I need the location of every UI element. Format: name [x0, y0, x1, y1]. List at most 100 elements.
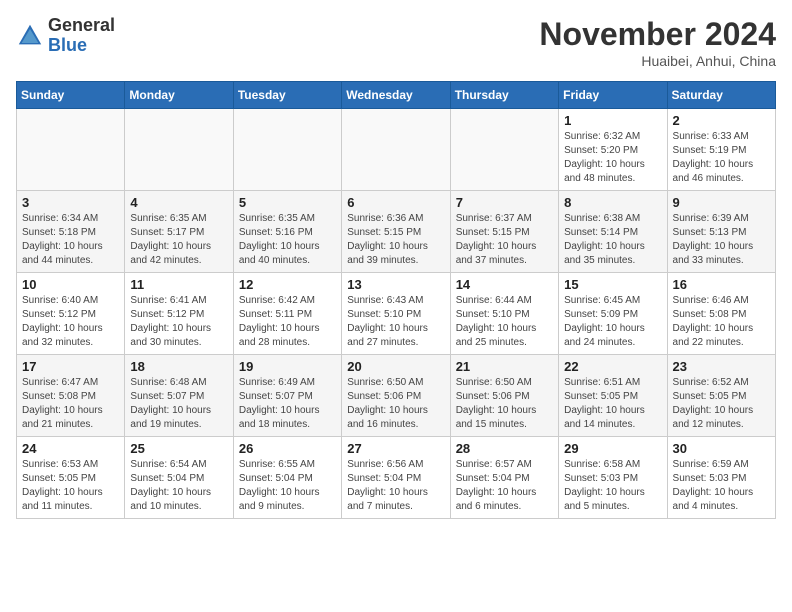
calendar-cell: 24 Sunrise: 6:53 AM Sunset: 5:05 PM Dayli…: [17, 437, 125, 519]
day-number: 13: [347, 277, 444, 292]
day-number: 16: [673, 277, 770, 292]
calendar-header-thursday: Thursday: [450, 82, 558, 109]
page-header: General Blue November 2024 Huaibei, Anhu…: [16, 16, 776, 69]
day-number: 3: [22, 195, 119, 210]
day-info: Sunrise: 6:58 AM Sunset: 5:03 PM Dayligh…: [564, 458, 661, 514]
calendar-cell: [450, 109, 558, 191]
calendar-cell: 29 Sunrise: 6:58 AM Sunset: 5:03 PM Dayli…: [559, 437, 667, 519]
day-info: Sunrise: 6:33 AM Sunset: 5:19 PM Dayligh…: [673, 130, 770, 186]
day-info: Sunrise: 6:42 AM Sunset: 5:11 PM Dayligh…: [239, 294, 336, 350]
day-number: 14: [456, 277, 553, 292]
calendar-table: SundayMondayTuesdayWednesdayThursdayFrid…: [16, 81, 776, 519]
day-number: 10: [22, 277, 119, 292]
day-number: 26: [239, 441, 336, 456]
day-info: Sunrise: 6:36 AM Sunset: 5:15 PM Dayligh…: [347, 212, 444, 268]
day-info: Sunrise: 6:59 AM Sunset: 5:03 PM Dayligh…: [673, 458, 770, 514]
logo-general: General: [48, 15, 115, 35]
day-info: Sunrise: 6:40 AM Sunset: 5:12 PM Dayligh…: [22, 294, 119, 350]
calendar-cell: 15Sunrise: 6:45 AM Sunset: 5:09 PM Dayli…: [559, 273, 667, 355]
day-info: Sunrise: 6:35 AM Sunset: 5:16 PM Dayligh…: [239, 212, 336, 268]
day-info: Sunrise: 6:52 AM Sunset: 5:05 PM Dayligh…: [673, 376, 770, 432]
calendar-cell: 27 Sunrise: 6:56 AM Sunset: 5:04 PM Dayli…: [342, 437, 450, 519]
day-number: 4: [130, 195, 227, 210]
day-number: 6: [347, 195, 444, 210]
logo-blue: Blue: [48, 35, 87, 55]
day-info: Sunrise: 6:44 AM Sunset: 5:10 PM Dayligh…: [456, 294, 553, 350]
calendar-cell: 10 Sunrise: 6:40 AM Sunset: 5:12 PM Dayli…: [17, 273, 125, 355]
calendar-cell: 20 Sunrise: 6:50 AM Sunset: 5:06 PM Dayli…: [342, 355, 450, 437]
calendar-cell: 14 Sunrise: 6:44 AM Sunset: 5:10 PM Dayli…: [450, 273, 558, 355]
day-info: Sunrise: 6:53 AM Sunset: 5:05 PM Dayligh…: [22, 458, 119, 514]
day-number: 8: [564, 195, 661, 210]
calendar-header-saturday: Saturday: [667, 82, 775, 109]
day-info: Sunrise: 6:55 AM Sunset: 5:04 PM Dayligh…: [239, 458, 336, 514]
day-number: 21: [456, 359, 553, 374]
calendar-cell: [233, 109, 341, 191]
title-block: November 2024 Huaibei, Anhui, China: [539, 16, 776, 69]
calendar-header-tuesday: Tuesday: [233, 82, 341, 109]
logo-icon: [16, 22, 44, 50]
calendar-cell: 19 Sunrise: 6:49 AM Sunset: 5:07 PM Dayli…: [233, 355, 341, 437]
day-info: Sunrise: 6:54 AM Sunset: 5:04 PM Dayligh…: [130, 458, 227, 514]
day-info: Sunrise: 6:50 AM Sunset: 5:06 PM Dayligh…: [347, 376, 444, 432]
day-info: Sunrise: 6:43 AM Sunset: 5:10 PM Dayligh…: [347, 294, 444, 350]
day-number: 19: [239, 359, 336, 374]
day-number: 28: [456, 441, 553, 456]
day-info: Sunrise: 6:50 AM Sunset: 5:06 PM Dayligh…: [456, 376, 553, 432]
calendar-header-sunday: Sunday: [17, 82, 125, 109]
calendar-cell: 22Sunrise: 6:51 AM Sunset: 5:05 PM Dayli…: [559, 355, 667, 437]
calendar-header-monday: Monday: [125, 82, 233, 109]
day-number: 24: [22, 441, 119, 456]
calendar-cell: 2 Sunrise: 6:33 AM Sunset: 5:19 PM Daylig…: [667, 109, 775, 191]
calendar-cell: 9Sunrise: 6:39 AM Sunset: 5:13 PM Daylig…: [667, 191, 775, 273]
calendar-cell: 1 Sunrise: 6:32 AM Sunset: 5:20 PM Daylig…: [559, 109, 667, 191]
calendar-cell: 23 Sunrise: 6:52 AM Sunset: 5:05 PM Dayli…: [667, 355, 775, 437]
day-number: 27: [347, 441, 444, 456]
calendar-cell: 21 Sunrise: 6:50 AM Sunset: 5:06 PM Dayli…: [450, 355, 558, 437]
day-info: Sunrise: 6:38 AM Sunset: 5:14 PM Dayligh…: [564, 212, 661, 268]
calendar-cell: 17Sunrise: 6:47 AM Sunset: 5:08 PM Dayli…: [17, 355, 125, 437]
day-info: Sunrise: 6:35 AM Sunset: 5:17 PM Dayligh…: [130, 212, 227, 268]
location: Huaibei, Anhui, China: [539, 53, 776, 69]
calendar-cell: 8 Sunrise: 6:38 AM Sunset: 5:14 PM Daylig…: [559, 191, 667, 273]
day-number: 1: [564, 113, 661, 128]
day-number: 15: [564, 277, 661, 292]
day-number: 22: [564, 359, 661, 374]
day-number: 9: [673, 195, 770, 210]
calendar-cell: 26 Sunrise: 6:55 AM Sunset: 5:04 PM Dayli…: [233, 437, 341, 519]
day-info: Sunrise: 6:57 AM Sunset: 5:04 PM Dayligh…: [456, 458, 553, 514]
calendar-week-row: 17Sunrise: 6:47 AM Sunset: 5:08 PM Dayli…: [17, 355, 776, 437]
calendar-cell: 5 Sunrise: 6:35 AM Sunset: 5:16 PM Daylig…: [233, 191, 341, 273]
day-number: 17: [22, 359, 119, 374]
day-number: 2: [673, 113, 770, 128]
day-info: Sunrise: 6:48 AM Sunset: 5:07 PM Dayligh…: [130, 376, 227, 432]
calendar-cell: 7Sunrise: 6:37 AM Sunset: 5:15 PM Daylig…: [450, 191, 558, 273]
calendar-cell: [125, 109, 233, 191]
calendar-cell: [17, 109, 125, 191]
calendar-header-friday: Friday: [559, 82, 667, 109]
calendar-cell: 3Sunrise: 6:34 AM Sunset: 5:18 PM Daylig…: [17, 191, 125, 273]
day-info: Sunrise: 6:32 AM Sunset: 5:20 PM Dayligh…: [564, 130, 661, 186]
day-info: Sunrise: 6:46 AM Sunset: 5:08 PM Dayligh…: [673, 294, 770, 350]
calendar-header-wednesday: Wednesday: [342, 82, 450, 109]
calendar-week-row: 1 Sunrise: 6:32 AM Sunset: 5:20 PM Daylig…: [17, 109, 776, 191]
calendar-cell: 25 Sunrise: 6:54 AM Sunset: 5:04 PM Dayli…: [125, 437, 233, 519]
day-number: 20: [347, 359, 444, 374]
calendar-header-row: SundayMondayTuesdayWednesdayThursdayFrid…: [17, 82, 776, 109]
day-number: 5: [239, 195, 336, 210]
day-number: 30: [673, 441, 770, 456]
calendar-cell: 13 Sunrise: 6:43 AM Sunset: 5:10 PM Dayli…: [342, 273, 450, 355]
day-info: Sunrise: 6:37 AM Sunset: 5:15 PM Dayligh…: [456, 212, 553, 268]
calendar-week-row: 3Sunrise: 6:34 AM Sunset: 5:18 PM Daylig…: [17, 191, 776, 273]
calendar-cell: 28 Sunrise: 6:57 AM Sunset: 5:04 PM Dayli…: [450, 437, 558, 519]
logo-text: General Blue: [48, 16, 115, 56]
day-number: 25: [130, 441, 227, 456]
calendar-cell: 16 Sunrise: 6:46 AM Sunset: 5:08 PM Dayli…: [667, 273, 775, 355]
calendar-week-row: 24 Sunrise: 6:53 AM Sunset: 5:05 PM Dayli…: [17, 437, 776, 519]
calendar-cell: 30 Sunrise: 6:59 AM Sunset: 5:03 PM Dayli…: [667, 437, 775, 519]
day-number: 29: [564, 441, 661, 456]
day-number: 12: [239, 277, 336, 292]
day-number: 23: [673, 359, 770, 374]
day-info: Sunrise: 6:56 AM Sunset: 5:04 PM Dayligh…: [347, 458, 444, 514]
day-info: Sunrise: 6:49 AM Sunset: 5:07 PM Dayligh…: [239, 376, 336, 432]
